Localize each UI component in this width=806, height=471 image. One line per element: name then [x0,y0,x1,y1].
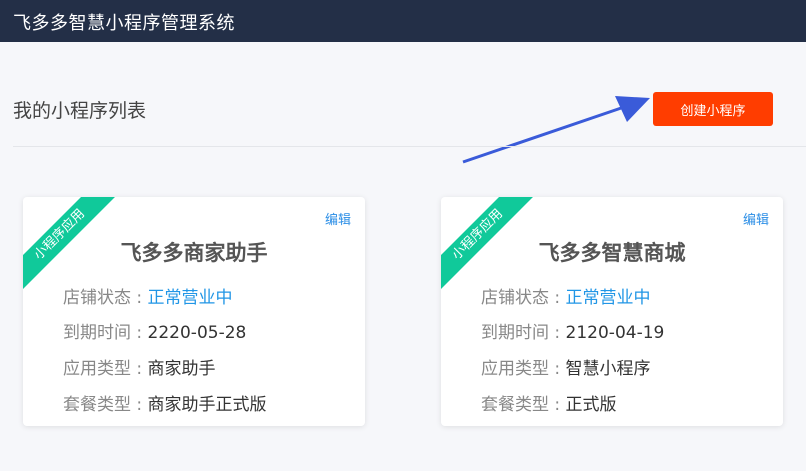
section-divider [13,146,806,147]
info-label: 到期时间 : [63,323,148,343]
info-label: 应用类型 : [63,359,148,379]
edit-link[interactable]: 编辑 [325,209,351,228]
mini-program-card: 小程序应用 编辑 飞多多智慧商城 店铺状态 : 正常营业中 到期时间 : 212… [441,197,783,426]
info-row-status: 店铺状态 : 正常营业中 [481,283,651,308]
info-row-plan-type: 套餐类型 : 商家助手正式版 [63,390,267,415]
info-row-app-type: 应用类型 : 商家助手 [63,354,216,379]
app-title: 飞多多智慧小程序管理系统 [13,13,235,34]
mini-program-card: 小程序应用 编辑 飞多多商家助手 店铺状态 : 正常营业中 到期时间 : 222… [23,197,365,426]
info-label: 应用类型 : [481,359,566,379]
info-row-status: 店铺状态 : 正常营业中 [63,283,233,308]
info-row-expiry: 到期时间 : 2220-05-28 [63,318,246,343]
info-label: 套餐类型 : [481,395,566,415]
info-label: 店铺状态 : [481,288,566,308]
top-header-bar: 飞多多智慧小程序管理系统 [0,0,806,42]
info-row-plan-type: 套餐类型 : 正式版 [481,390,617,415]
info-label: 套餐类型 : [63,395,148,415]
status-value: 正常营业中 [147,288,233,308]
info-row-app-type: 应用类型 : 智慧小程序 [481,354,651,379]
expiry-value: 2220-05-28 [147,323,247,343]
card-title: 飞多多商家助手 [120,241,268,265]
edit-link[interactable]: 编辑 [743,209,769,228]
status-value: 正常营业中 [565,288,651,308]
info-label: 到期时间 : [481,323,566,343]
plan-type-value: 正式版 [565,395,617,415]
info-row-expiry: 到期时间 : 2120-04-19 [481,318,664,343]
arrow-annotation-icon [462,96,650,164]
info-label: 店铺状态 : [63,288,148,308]
create-mini-program-button[interactable]: 创建小程序 [653,92,773,126]
expiry-value: 2120-04-19 [565,323,665,343]
section-title: 我的小程序列表 [13,100,147,122]
app-type-value: 商家助手 [147,359,216,379]
app-type-value: 智慧小程序 [565,359,651,379]
card-title: 飞多多智慧商城 [538,241,686,265]
plan-type-value: 商家助手正式版 [147,395,267,415]
